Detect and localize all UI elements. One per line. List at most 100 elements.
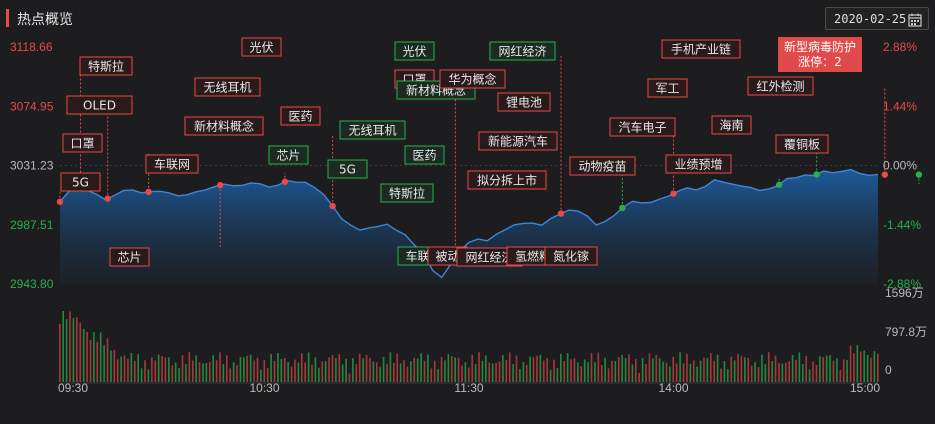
- volume-bar: [69, 311, 71, 382]
- volume-bar: [815, 364, 818, 382]
- volume-bar: [754, 361, 756, 382]
- annotation-label: 无线耳机: [203, 81, 251, 95]
- y-right-tick: 2.88%: [883, 40, 917, 54]
- index-point: [557, 210, 565, 217]
- volume-bar: [423, 360, 426, 382]
- volume-bar: [137, 354, 139, 382]
- volume-bar: [641, 357, 644, 382]
- volume-bar: [379, 366, 381, 382]
- volume-bar: [696, 366, 698, 382]
- volume-bar: [226, 355, 228, 382]
- volume-bar: [393, 362, 395, 382]
- volume-bar: [645, 364, 647, 382]
- annotation-label: 网红经济: [465, 250, 513, 265]
- volume-bar: [277, 353, 279, 382]
- volume-bar: [583, 359, 586, 382]
- volume-bar: [133, 360, 136, 382]
- volume-bar: [638, 373, 641, 382]
- index-point: [670, 190, 677, 197]
- volume-bar: [212, 355, 214, 382]
- volume-bar: [502, 355, 504, 382]
- volume-bar: [253, 360, 255, 382]
- volume-bar: [628, 354, 630, 382]
- volume-bar: [624, 357, 627, 382]
- volume-bar: [474, 364, 477, 382]
- volume-bar: [703, 357, 705, 382]
- volume-bar: [304, 362, 306, 382]
- volume-bar: [522, 361, 525, 382]
- volume-bar: [457, 357, 460, 382]
- volume-bar: [580, 366, 583, 382]
- volume-bar: [427, 354, 429, 382]
- volume-bar: [866, 354, 869, 382]
- volume-bar: [570, 359, 572, 382]
- volume-bar: [246, 355, 249, 382]
- volume-bar: [440, 357, 443, 382]
- volume-bar: [720, 368, 722, 382]
- annotation-label: 口罩: [70, 137, 94, 151]
- volume-bar: [812, 361, 814, 382]
- volume-bar: [723, 360, 726, 382]
- annotation-label: 芯片: [276, 149, 300, 163]
- volume-bar: [382, 356, 385, 382]
- volume-bar: [655, 354, 658, 382]
- volume-bar: [771, 361, 773, 382]
- annotation-label: 新能源汽车: [488, 134, 548, 149]
- volume-bar: [300, 353, 303, 382]
- y-right-tick: 0.00%: [883, 159, 917, 173]
- volume-bar: [563, 361, 566, 382]
- annotation-label: 军工: [655, 82, 679, 96]
- annotation-label: 车联: [405, 249, 429, 264]
- volume-bar: [461, 365, 463, 382]
- volume-bar: [495, 362, 497, 382]
- volume-bar: [287, 362, 289, 382]
- volume-bar: [454, 357, 456, 382]
- volume-bar: [621, 354, 623, 382]
- volume-bar: [784, 362, 787, 382]
- volume-bar: [600, 364, 603, 382]
- volume-bar: [652, 358, 654, 382]
- volume-bar: [72, 318, 75, 382]
- volume-bar: [853, 353, 855, 382]
- volume-bar: [403, 360, 405, 382]
- volume-bar: [79, 322, 82, 382]
- y-left-tick: 3031.23: [10, 159, 54, 173]
- annotation-label: 新材料概念: [194, 119, 254, 134]
- volume-bar: [716, 354, 719, 382]
- annotation-label: 网红经济: [498, 44, 546, 59]
- index-point: [775, 181, 783, 188]
- volume-bar: [529, 356, 531, 382]
- volume-bar: [587, 362, 589, 382]
- volume-bar: [89, 339, 92, 382]
- volume-bar: [713, 360, 715, 382]
- volume-bar: [573, 358, 576, 382]
- volume-bar: [682, 363, 685, 382]
- volume-bar: [764, 364, 767, 382]
- volume-bar: [662, 361, 664, 382]
- volume-bar: [553, 359, 555, 382]
- volume-bar: [345, 358, 347, 382]
- volume-bar: [110, 350, 112, 382]
- volume-bar: [590, 353, 593, 382]
- volume-bar: [249, 354, 252, 382]
- volume-bar: [348, 373, 351, 382]
- volume-bar: [849, 345, 852, 382]
- volume-bar: [825, 355, 828, 382]
- volume-bar: [863, 350, 865, 382]
- volume-bar: [236, 365, 238, 382]
- volume-bar: [386, 363, 388, 382]
- volume-bar: [365, 354, 368, 382]
- volume-bar: [795, 359, 797, 382]
- volume-bar: [512, 364, 514, 382]
- volume-bar: [188, 352, 191, 382]
- volume-bar: [263, 359, 266, 382]
- volume-tick: 1596万: [885, 286, 924, 300]
- volume-bar: [832, 360, 835, 382]
- volume-bar: [444, 360, 446, 382]
- volume-bar: [191, 360, 194, 382]
- volume-bar: [525, 364, 528, 382]
- volume-bar: [318, 367, 320, 382]
- volume-bar: [607, 368, 610, 382]
- volume-bar: [836, 358, 838, 382]
- volume-bar: [256, 357, 259, 382]
